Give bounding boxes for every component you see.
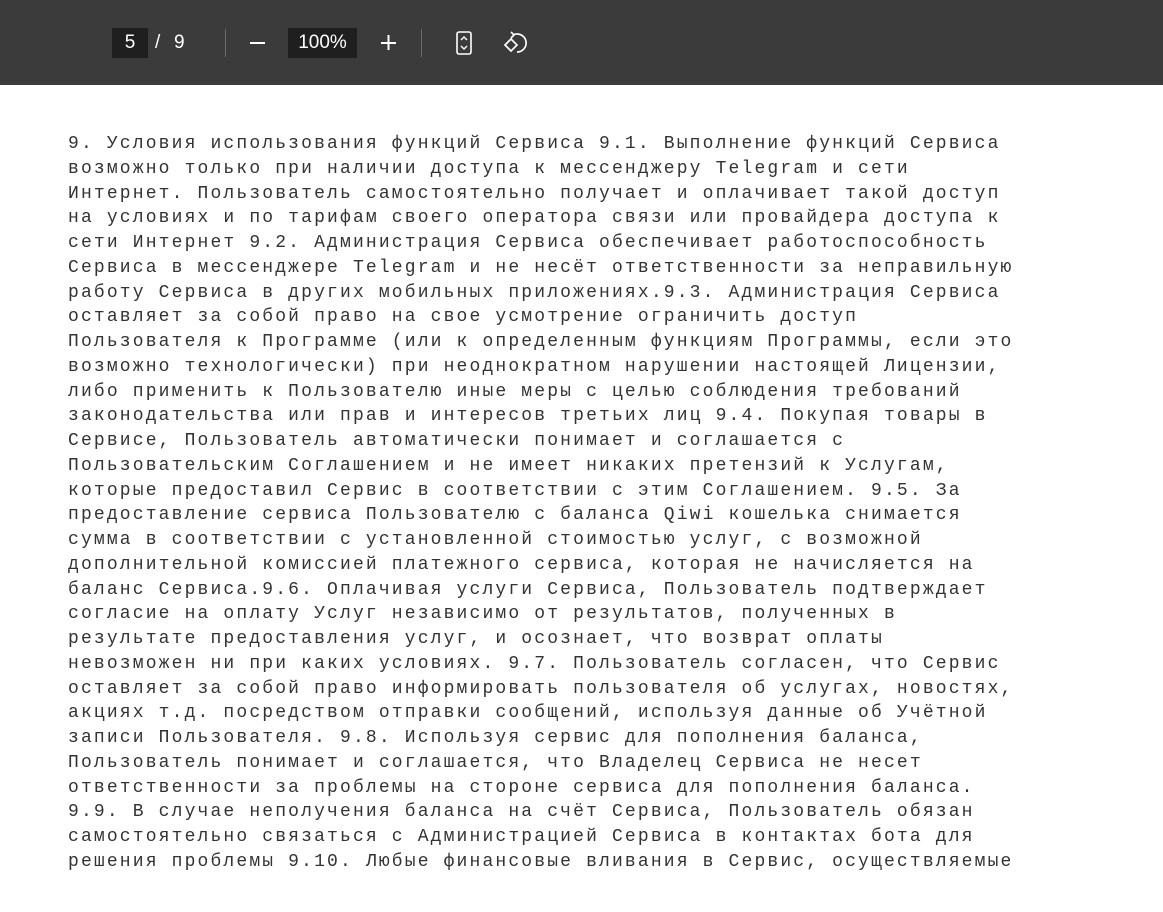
plus-icon (381, 35, 396, 50)
text-line: на условиях и по тарифам своего оператор… (68, 208, 1001, 229)
zoom-out-button[interactable] (243, 28, 273, 58)
text-line: оставляет за собой право на свое усмотре… (68, 307, 859, 328)
text-line: предоставление сервиса Пользователю с ба… (68, 505, 962, 526)
divider (421, 29, 422, 57)
fit-page-button[interactable] (450, 28, 480, 58)
rotate-icon (503, 31, 527, 53)
total-pages: 9 (174, 32, 185, 53)
text-line: либо применить к Пользователю иные меры … (68, 381, 962, 402)
text-line: законодательства или прав и интересов тр… (68, 406, 988, 427)
text-line: которые предоставил Сервис в соответстви… (68, 480, 962, 501)
text-line: Интернет. Пользователь самостоятельно по… (68, 183, 1001, 204)
text-line: решения проблемы 9.10. Любые финансовые … (68, 851, 1014, 872)
text-line: дополнительной комиссией платежного серв… (68, 554, 975, 575)
text-line: невозможен ни при каких условиях. 9.7. П… (68, 653, 1001, 674)
text-line: ответственности за проблемы на стороне с… (68, 777, 975, 798)
text-line: возможно только при наличии доступа к ме… (68, 158, 910, 179)
text-line: согласие на оплату Услуг независимо от р… (68, 604, 897, 625)
text-line: оставляет за собой право информировать п… (68, 678, 1014, 699)
zoom-level-input[interactable]: 100% (288, 28, 357, 58)
text-line: сети Интернет 9.2. Администрация Сервиса… (68, 233, 988, 253)
text-line: работу Сервиса в других мобильных прилож… (68, 282, 1001, 303)
text-line: баланс Сервиса.9.6. Оплачивая услуги Сер… (68, 579, 988, 600)
page-number-input[interactable]: 5 (112, 28, 148, 58)
text-line: Сервиса в мессенджере Telegram и не несё… (68, 257, 1014, 278)
document-page: 9. Условия использования функций Сервиса… (68, 132, 1013, 875)
rotate-button[interactable] (500, 28, 530, 58)
pdf-toolbar: 5 / 9 100% (0, 0, 1163, 85)
text-line: 9. Условия использования функций Сервиса… (68, 134, 1001, 154)
page-separator: / (155, 32, 161, 53)
text-line: самостоятельно связаться с Администрацие… (68, 827, 975, 847)
zoom-in-button[interactable] (374, 28, 404, 58)
text-line: результате предоставления услуг, и осозн… (68, 629, 884, 649)
text-line: Пользовательским Соглашением и не имеет … (68, 455, 949, 476)
text-line: 9.9. В случае неполучения баланса на счё… (68, 802, 975, 823)
text-line: записи Пользователя. 9.8. Используя серв… (68, 728, 923, 748)
text-line: Пользователя к Программе (или к определе… (68, 332, 1014, 352)
text-line: акциях т.д. посредством отправки сообщен… (68, 703, 988, 724)
text-line: возможно технологически) при неоднократн… (68, 356, 1001, 377)
text-line: Сервисе, Пользователь автоматически пони… (68, 431, 846, 451)
minus-icon (250, 42, 265, 44)
fit-page-icon (456, 31, 472, 55)
text-line: сумма в соответствии с установленной сто… (68, 530, 923, 550)
divider (225, 29, 226, 57)
text-line: Пользователь понимает и соглашается, что… (68, 752, 923, 773)
